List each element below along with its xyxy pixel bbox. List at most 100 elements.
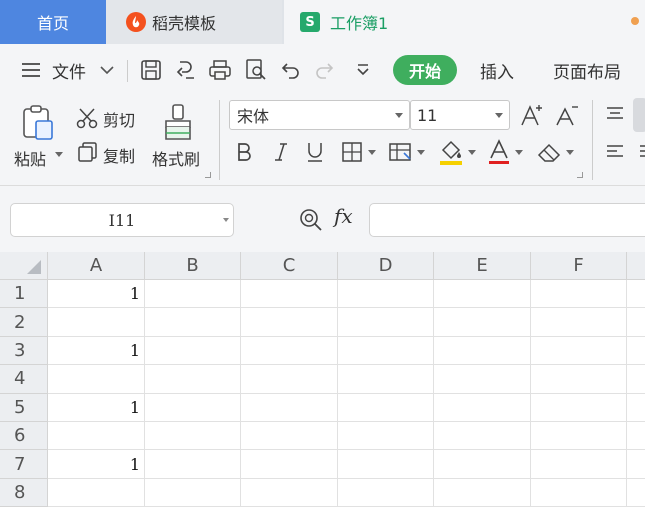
clear-dropdown-icon[interactable] — [565, 148, 575, 158]
column-header-e[interactable]: E — [434, 252, 531, 280]
cell-c6[interactable] — [241, 422, 338, 451]
cell-c5[interactable] — [241, 393, 338, 422]
copy-icon[interactable] — [76, 140, 100, 164]
cell-style-icon[interactable] — [387, 139, 415, 165]
cell-d2[interactable] — [338, 308, 434, 337]
column-header-f[interactable]: F — [531, 252, 627, 280]
chevron-down-icon[interactable] — [94, 58, 120, 82]
cell-e3[interactable] — [434, 336, 531, 366]
cell-b8[interactable] — [145, 478, 241, 508]
cell-f5[interactable] — [531, 393, 627, 422]
font-name-select[interactable]: 宋体 — [229, 100, 410, 130]
cell-d4[interactable] — [338, 365, 434, 394]
paste-icon[interactable] — [18, 102, 58, 142]
format-painter-icon[interactable] — [160, 102, 196, 142]
cell-d6[interactable] — [338, 422, 434, 451]
cell-a6[interactable] — [48, 422, 145, 451]
cell-c7[interactable] — [241, 450, 338, 479]
column-header-b[interactable]: B — [145, 252, 241, 280]
align-middle-button[interactable] — [633, 98, 645, 132]
tab-page-layout[interactable]: 页面布局 — [553, 44, 621, 96]
increase-font-icon[interactable] — [519, 102, 547, 128]
cell-partial[interactable] — [627, 337, 645, 366]
tab-home[interactable]: 首页 — [0, 0, 106, 44]
cell-partial[interactable] — [627, 308, 645, 337]
row-header-1[interactable]: 1 — [0, 280, 48, 309]
cell-c2[interactable] — [241, 308, 338, 337]
cell-f7[interactable] — [531, 450, 627, 479]
cell-f2[interactable] — [531, 308, 627, 337]
row-header-8[interactable]: 8 — [0, 478, 48, 508]
cell-partial[interactable] — [627, 394, 645, 422]
italic-icon[interactable] — [270, 139, 292, 165]
name-box-dropdown-icon[interactable] — [223, 218, 229, 222]
tab-workbook[interactable]: S 工作簿1 — [284, 0, 645, 44]
cell-a1[interactable]: 1 — [48, 280, 145, 309]
cell-c8[interactable] — [241, 478, 338, 508]
tab-start[interactable]: 开始 — [393, 55, 457, 85]
cell-partial[interactable] — [627, 479, 645, 508]
cell-e8[interactable] — [434, 478, 531, 508]
save-icon[interactable] — [138, 58, 164, 82]
font-size-select[interactable]: 11 — [410, 100, 510, 130]
formula-input[interactable] — [369, 203, 645, 237]
border-dropdown-icon[interactable] — [367, 148, 377, 158]
cell-d1[interactable] — [338, 280, 434, 309]
tab-insert[interactable]: 插入 — [480, 44, 514, 96]
cell-partial[interactable] — [627, 450, 645, 479]
cell-a5[interactable]: 1 — [48, 393, 145, 422]
fx-icon[interactable]: fx — [334, 204, 353, 228]
cell-a8[interactable] — [48, 478, 145, 508]
cell-style-dropdown-icon[interactable] — [416, 148, 426, 158]
cell-b3[interactable] — [145, 336, 241, 366]
cell-e6[interactable] — [434, 422, 531, 451]
fill-color-dropdown-icon[interactable] — [467, 148, 477, 158]
cell-e1[interactable] — [434, 280, 531, 309]
cell-a2[interactable] — [48, 308, 145, 337]
cell-c1[interactable] — [241, 280, 338, 309]
fill-color-icon[interactable] — [437, 137, 465, 167]
cell-c3[interactable] — [241, 336, 338, 366]
row-header-7[interactable]: 7 — [0, 450, 48, 479]
cell-partial[interactable] — [627, 365, 645, 394]
select-all-corner[interactable] — [0, 252, 48, 280]
cell-d3[interactable] — [338, 336, 434, 366]
cell-partial[interactable] — [627, 422, 645, 451]
format-painter-button[interactable]: 格式刷 — [152, 146, 200, 170]
row-header-6[interactable]: 6 — [0, 422, 48, 451]
column-header-partial[interactable] — [627, 252, 645, 280]
row-header-5[interactable]: 5 — [0, 393, 48, 422]
cell-b4[interactable] — [145, 365, 241, 394]
row-header-4[interactable]: 4 — [0, 365, 48, 394]
eraser-icon[interactable] — [535, 139, 565, 165]
align-top-icon[interactable] — [604, 104, 626, 124]
align-center-icon[interactable] — [636, 142, 645, 162]
cell-e4[interactable] — [434, 365, 531, 394]
cell-c4[interactable] — [241, 365, 338, 394]
font-color-icon[interactable] — [485, 137, 513, 167]
tab-template[interactable]: 稻壳模板 — [106, 0, 282, 44]
cell-f3[interactable] — [531, 336, 627, 366]
cell-f6[interactable] — [531, 422, 627, 451]
share-icon[interactable] — [173, 58, 199, 82]
cell-d8[interactable] — [338, 478, 434, 508]
cell-f8[interactable] — [531, 478, 627, 508]
cell-b2[interactable] — [145, 308, 241, 337]
cell-b5[interactable] — [145, 393, 241, 422]
bold-icon[interactable] — [233, 139, 255, 165]
cell-f1[interactable] — [531, 280, 627, 309]
cell-b1[interactable] — [145, 280, 241, 309]
row-header-3[interactable]: 3 — [0, 336, 48, 366]
font-dialog-launcher[interactable] — [577, 172, 583, 178]
cell-b7[interactable] — [145, 450, 241, 479]
print-preview-icon[interactable] — [243, 58, 269, 82]
cut-button[interactable]: 剪切 — [103, 107, 135, 131]
cell-f4[interactable] — [531, 365, 627, 394]
font-color-dropdown-icon[interactable] — [514, 148, 524, 158]
quick-access-more-icon[interactable] — [350, 58, 376, 82]
cell-a7[interactable]: 1 — [48, 450, 145, 479]
underline-icon[interactable] — [303, 139, 327, 165]
cell-e7[interactable] — [434, 450, 531, 479]
column-header-c[interactable]: C — [241, 252, 338, 280]
scissors-icon[interactable] — [74, 105, 100, 131]
